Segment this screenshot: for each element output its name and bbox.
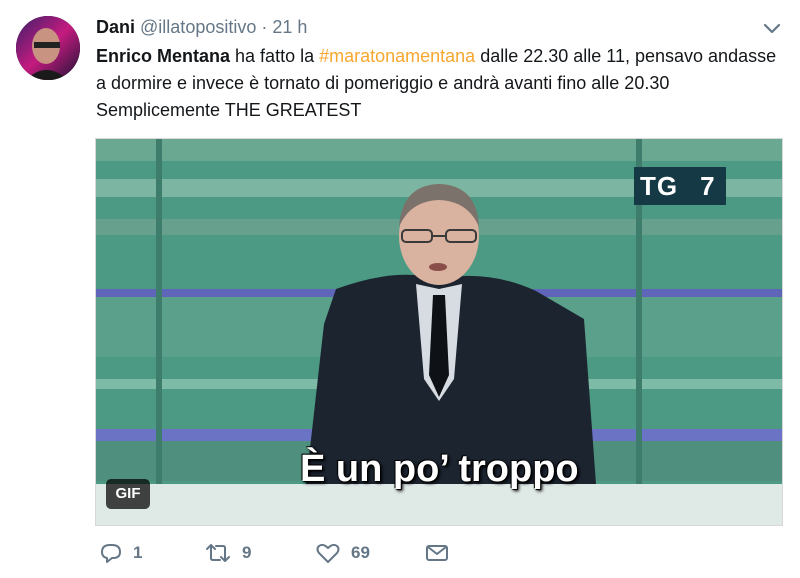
- like-count: 69: [351, 543, 370, 562]
- retweet-button[interactable]: 9: [204, 541, 251, 565]
- channel-logo-suffix: 7: [700, 171, 716, 201]
- tweet-menu-button[interactable]: [758, 18, 786, 40]
- avatar-image: [16, 16, 80, 80]
- gif-badge: GIF: [106, 479, 150, 509]
- avatar[interactable]: [16, 16, 80, 80]
- tweet-header: Dani @illatopositivo · 21 h: [96, 16, 307, 38]
- timestamp[interactable]: 21 h: [272, 17, 307, 37]
- channel-logo-text: TG: [640, 171, 679, 201]
- mention-link[interactable]: Enrico Mentana: [96, 46, 230, 66]
- hashtag-link[interactable]: #maratonamentana: [319, 46, 475, 66]
- like-button[interactable]: 69: [315, 541, 370, 565]
- envelope-icon: [426, 545, 448, 561]
- reply-icon: [101, 544, 121, 563]
- direct-message-button[interactable]: [425, 541, 449, 565]
- gif-caption: È un po’ troppo: [300, 448, 579, 490]
- author-handle[interactable]: @illatopositivo: [140, 17, 256, 37]
- author-name[interactable]: Dani: [96, 17, 135, 37]
- reply-count: 1: [133, 543, 143, 562]
- separator: ·: [261, 17, 268, 37]
- retweet-count: 9: [242, 543, 252, 562]
- tweet-text: Enrico Mentana ha fatto la #maratonament…: [96, 43, 786, 124]
- reply-button[interactable]: 1: [99, 541, 142, 565]
- heart-icon: [316, 543, 340, 563]
- chevron-down-icon: [763, 23, 781, 34]
- tweet-text-part: ha fatto la: [230, 46, 320, 66]
- channel-logo: TG 7: [634, 167, 726, 205]
- retweet-icon: [206, 544, 230, 562]
